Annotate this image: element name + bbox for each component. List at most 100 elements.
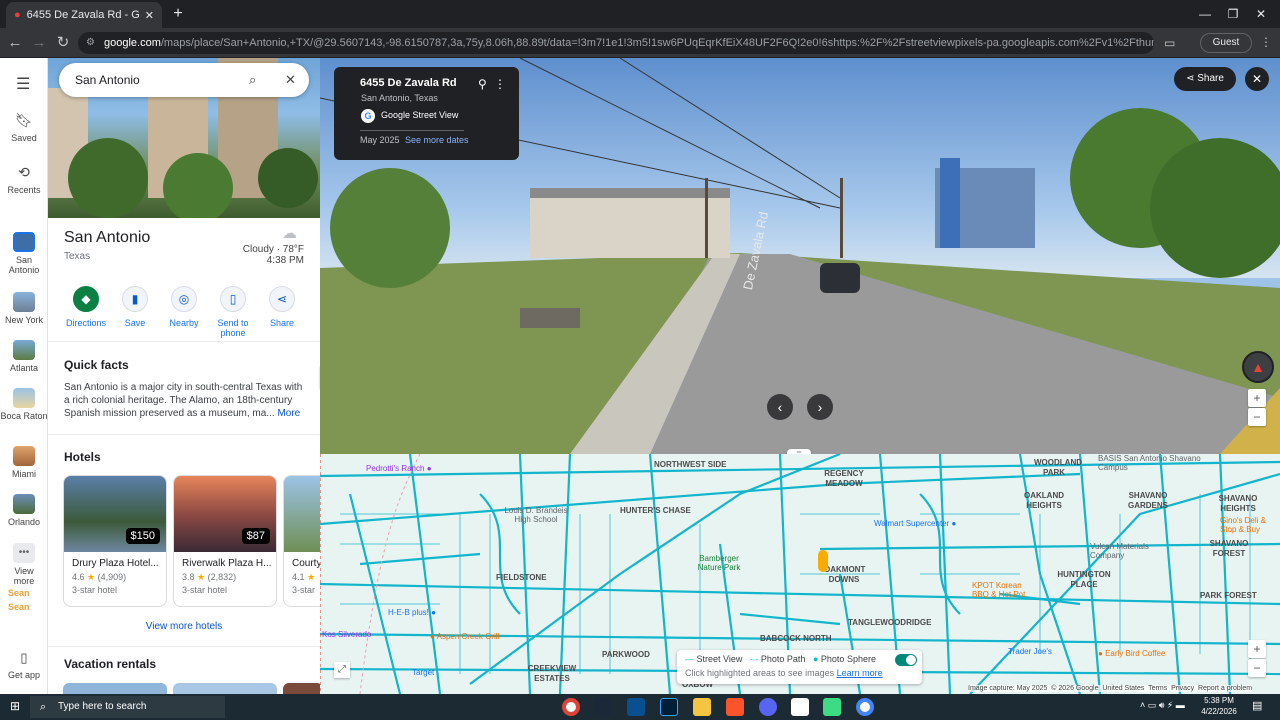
map-poi[interactable]: Kos Silverado — [322, 630, 371, 639]
send-to-phone-button[interactable]: ▯ Send to phone — [208, 286, 258, 338]
map-poi[interactable]: Trader Joe's — [1008, 647, 1052, 656]
steam-icon[interactable] — [594, 698, 612, 716]
more-options-icon[interactable]: ⋮ — [494, 77, 506, 91]
view-more-hotels-link[interactable]: View more hotels — [48, 621, 320, 632]
privacy-link[interactable]: Privacy — [1171, 685, 1194, 692]
rail-item-get-app[interactable]: ▯ Get app — [0, 650, 48, 680]
map-poi[interactable]: ● Aspen Creek Grill — [430, 632, 499, 641]
expand-map-icon[interactable]: ⤢ — [334, 662, 350, 678]
compass-icon[interactable]: ▲ — [1242, 351, 1274, 383]
address-bar[interactable]: google.com/maps/place/San+Antonio,+TX/@2… — [78, 32, 1154, 54]
profile-button[interactable]: Guest — [1200, 33, 1252, 53]
rail-item-boca-raton[interactable]: Boca Raton — [0, 388, 48, 421]
restore-window-button[interactable]: ❐ — [1218, 4, 1248, 24]
taskbar-search-input[interactable]: ⌕ Type here to search — [30, 696, 225, 718]
next-image-button[interactable]: › — [807, 394, 833, 420]
see-more-dates-link[interactable]: See more dates — [405, 135, 469, 145]
terms-link[interactable]: Terms — [1148, 685, 1167, 692]
app-icon[interactable] — [791, 698, 809, 716]
previous-image-button[interactable]: ‹ — [767, 394, 793, 420]
rail-item-new-york[interactable]: New York — [0, 292, 48, 325]
star-icon: ★ — [307, 572, 316, 582]
search-icon[interactable]: ⌕ — [249, 63, 256, 97]
site-info-icon[interactable]: ⚙ — [86, 37, 95, 48]
minimize-window-button[interactable]: — — [1190, 4, 1220, 24]
rental-photo[interactable] — [63, 683, 167, 694]
report-link[interactable]: Report a problem — [1198, 685, 1252, 692]
sv-zoom-in-button[interactable]: + — [1248, 389, 1266, 407]
map-zoom-in-button[interactable]: + — [1248, 640, 1266, 658]
map-poi[interactable]: Pedrotti's Ranch ● — [366, 464, 432, 473]
map-poi[interactable]: KPOT Korean BBQ & Hot Pot — [972, 581, 1032, 599]
brave-icon[interactable] — [726, 698, 744, 716]
map-poi[interactable]: Gino's Deli & Stop & Buy — [1220, 516, 1280, 534]
system-tray-icons[interactable]: ˄ ▭ 🔊︎ ⚡︎ ▬ — [1140, 700, 1185, 711]
url-path: /maps/place/San+Antonio,+TX/@29.5607143,… — [160, 37, 1154, 49]
menu-icon[interactable]: ☰ — [16, 74, 30, 94]
notification-icon[interactable]: ▤ — [1252, 699, 1262, 712]
taskbar-clock[interactable]: 5:38 PM 4/22/2026 — [1196, 695, 1242, 717]
rail-item-san-antonio[interactable]: San Antonio — [0, 232, 48, 275]
quick-facts-more-link[interactable]: More — [277, 408, 300, 419]
hotels-heading: Hotels — [64, 450, 101, 464]
cast-icon[interactable]: ▭ — [1164, 36, 1175, 50]
hotel-card[interactable]: $87 Riverwalk Plaza H... 3.8 ★ (2,832) 3… — [173, 475, 277, 607]
map-zoom-out-button[interactable]: − — [1248, 659, 1266, 677]
map-poi[interactable]: BASIS San Antonio Shavano Campus — [1098, 454, 1208, 472]
share-button[interactable]: ⋖ Share — [257, 286, 307, 328]
sv-zoom-out-button[interactable]: − — [1248, 408, 1266, 426]
coverage-toggle[interactable] — [895, 654, 917, 666]
save-button[interactable]: ▮ Save — [110, 286, 160, 328]
photoshop-icon[interactable] — [660, 698, 678, 716]
map-poi[interactable]: Vulcan Materials Company — [1090, 542, 1170, 560]
forward-button[interactable]: → — [30, 34, 48, 52]
vegas-icon[interactable] — [627, 698, 645, 716]
pegman-icon[interactable] — [818, 550, 828, 572]
rental-photo[interactable] — [283, 683, 320, 694]
hotel-card[interactable]: Courtyar 4.1 ★ 3-star — [283, 475, 320, 607]
discord-icon[interactable] — [759, 698, 777, 716]
chrome-icon[interactable] — [562, 698, 580, 716]
reload-button[interactable]: ↻ — [54, 34, 72, 52]
chrome-active-icon[interactable] — [856, 698, 874, 716]
rail-item-orlando[interactable]: Orlando — [0, 494, 48, 527]
back-button[interactable]: ← — [6, 34, 24, 52]
new-tab-button[interactable]: + — [168, 4, 188, 24]
rail-item-saved[interactable]: 🔖︎ Saved — [0, 112, 48, 143]
close-street-view-button[interactable]: ✕ — [1245, 67, 1269, 91]
share-street-view-button[interactable]: ⋖ Share — [1174, 67, 1236, 91]
location-pin-icon[interactable]: ⚲ — [478, 77, 487, 91]
rail-item-atlanta[interactable]: Atlanta — [0, 340, 48, 373]
nearby-button[interactable]: ◎ Nearby — [159, 286, 209, 328]
phone-icon: ▯ — [20, 650, 28, 665]
close-window-button[interactable]: ✕ — [1246, 4, 1276, 24]
map-poi[interactable]: Louis D. Brandeis High School — [496, 506, 576, 524]
rail-label: New York — [4, 315, 44, 325]
search-input[interactable]: San Antonio ⌕ ✕ — [59, 63, 309, 97]
browser-menu-icon[interactable]: ⋮ — [1260, 35, 1272, 49]
map-label: FIELDSTONE — [496, 573, 547, 582]
map-poi[interactable]: Walmart Supercenter ● — [874, 519, 956, 528]
hotel-card[interactable]: $150 Drury Plaza Hotel... 4.6 ★ (4,909) … — [63, 475, 167, 607]
rail-item-recents[interactable]: ⟲ Recents — [0, 164, 48, 195]
park-label[interactable]: Bamberger Nature Park — [692, 554, 746, 572]
directions-button[interactable]: ◆ Directions — [61, 286, 111, 328]
close-tab-icon[interactable]: ✕ — [145, 9, 154, 22]
learn-more-link[interactable]: Learn more — [837, 668, 883, 678]
clear-search-icon[interactable]: ✕ — [285, 63, 296, 97]
boca-raton-thumbnail — [13, 388, 35, 408]
browser-tab[interactable]: ● 6455 De Zavala Rd - Google M ✕ — [6, 2, 162, 28]
star-icon: ★ — [87, 572, 96, 582]
map-poi[interactable]: Target — [412, 668, 434, 677]
android-icon[interactable] — [823, 698, 841, 716]
map-poi[interactable]: ● Early Bird Coffee — [1098, 649, 1165, 658]
overlay-name-1: Sean — [8, 588, 30, 598]
rail-label: San Antonio — [8, 255, 40, 275]
rail-item-view-more[interactable]: ••• View more — [0, 543, 48, 586]
file-explorer-icon[interactable] — [693, 698, 711, 716]
map-poi[interactable]: H-E-B plus! ● — [388, 608, 436, 617]
rail-item-miami[interactable]: Miami — [0, 446, 48, 479]
rental-photo[interactable] — [173, 683, 277, 694]
windows-start-icon[interactable]: ⊞ — [10, 699, 20, 713]
card-divider — [360, 130, 464, 131]
